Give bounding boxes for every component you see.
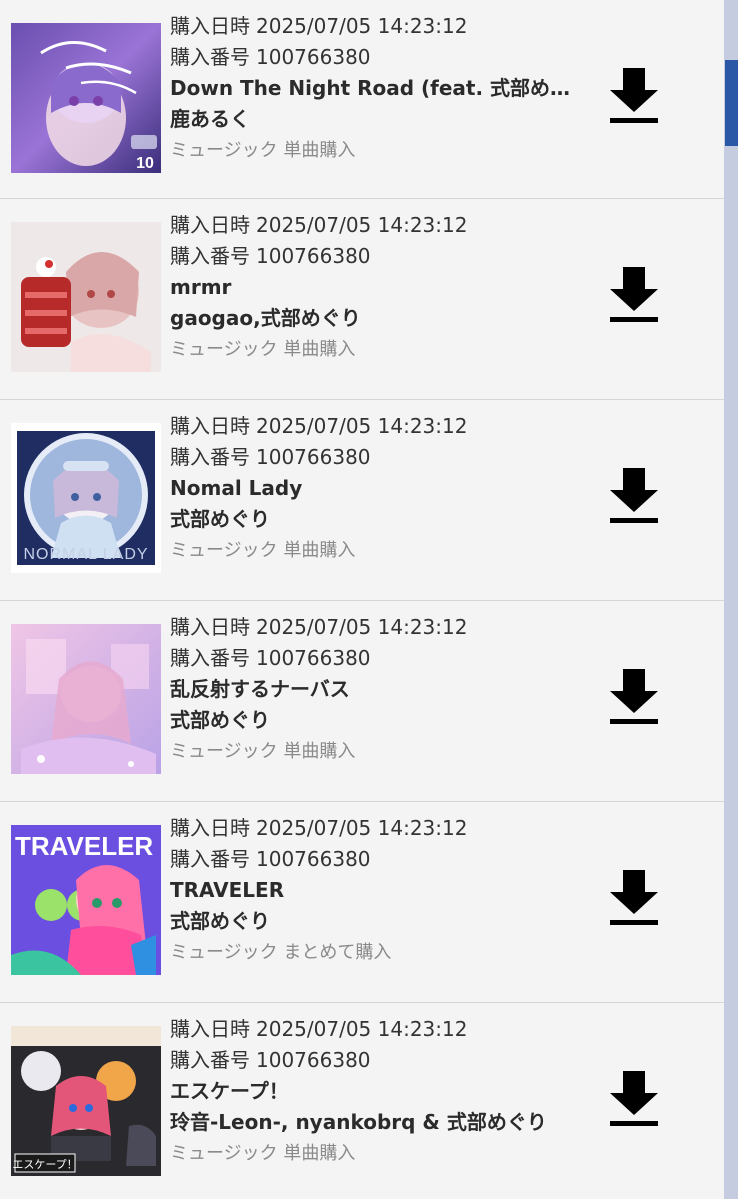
- purchase-list: 10 購入日時 2025/07/05 14:23:12 購入番号 100766380…: [0, 0, 724, 1199]
- track-title[interactable]: 乱反射するナーバス: [170, 674, 580, 705]
- purchase-number-label: 購入番号: [170, 1048, 250, 1072]
- artist-name[interactable]: 式部めぐり: [170, 705, 580, 736]
- album-cover-image[interactable]: 10: [11, 23, 161, 173]
- cover-label: 10: [136, 155, 154, 172]
- purchase-item[interactable]: 10 購入日時 2025/07/05 14:23:12 購入番号 100766380…: [0, 0, 724, 199]
- album-cover-art: [11, 222, 161, 372]
- album-cover-image[interactable]: NORMAL LADY: [11, 423, 161, 573]
- purchase-info: 購入日時 2025/07/05 14:23:12 購入番号 100766380 エス…: [170, 1014, 580, 1169]
- purchase-date: 購入日時 2025/07/05 14:23:12: [170, 210, 580, 241]
- cover-label: TRAVELER: [15, 831, 153, 861]
- purchase-number-value: 100766380: [256, 244, 371, 268]
- purchase-date-label: 購入日時: [170, 213, 250, 237]
- purchase-item[interactable]: エスケープ！ 購入日時 2025/07/05 14:23:12 購入番号 10076…: [0, 1003, 724, 1199]
- purchase-date: 購入日時 2025/07/05 14:23:12: [170, 612, 580, 643]
- purchase-number-label: 購入番号: [170, 646, 250, 670]
- artist-name[interactable]: 玲音-Leon-, nyankobrq & 式部めぐり: [170, 1107, 580, 1138]
- purchase-number-value: 100766380: [256, 646, 371, 670]
- purchase-type: ミュージック 単曲購入: [170, 339, 356, 360]
- artist-name[interactable]: gaogao,式部めぐり: [170, 303, 580, 334]
- purchase-date: 購入日時 2025/07/05 14:23:12: [170, 813, 580, 844]
- purchase-item[interactable]: TRAVELER 購入日時 2025/07/05 14:23:12 購入番号 100…: [0, 802, 724, 1003]
- download-icon: [610, 870, 658, 925]
- purchase-info: 購入日時 2025/07/05 14:23:12 購入番号 100766380 mr…: [170, 210, 580, 365]
- purchase-date: 購入日時 2025/07/05 14:23:12: [170, 11, 580, 42]
- purchase-number-value: 100766380: [256, 45, 371, 69]
- download-icon: [610, 68, 658, 123]
- purchase-number-label: 購入番号: [170, 244, 250, 268]
- album-cover-image[interactable]: エスケープ！: [11, 1026, 161, 1176]
- track-title[interactable]: エスケープ！: [170, 1076, 580, 1107]
- download-button[interactable]: [606, 265, 662, 327]
- purchase-number-label: 購入番号: [170, 847, 250, 871]
- purchase-type: ミュージック まとめて購入: [170, 942, 392, 963]
- album-cover-art: エスケープ！: [11, 1026, 161, 1176]
- download-button[interactable]: [606, 1069, 662, 1131]
- album-cover-art: 10: [11, 23, 161, 173]
- purchase-date-value: 2025/07/05 14:23:12: [256, 1017, 468, 1041]
- purchase-number-label: 購入番号: [170, 445, 250, 469]
- download-icon: [610, 468, 658, 523]
- artist-name[interactable]: 式部めぐり: [170, 906, 580, 937]
- scrollbar[interactable]: [724, 0, 738, 1199]
- purchase-date: 購入日時 2025/07/05 14:23:12: [170, 411, 580, 442]
- purchase-type: ミュージック 単曲購入: [170, 140, 356, 161]
- purchase-item[interactable]: NORMAL LADY 購入日時 2025/07/05 14:23:12 購入番号…: [0, 400, 724, 601]
- purchase-date-label: 購入日時: [170, 414, 250, 438]
- track-title[interactable]: Down The Night Road (feat. 式部めぐ…: [170, 73, 580, 104]
- purchase-number-value: 100766380: [256, 445, 371, 469]
- purchase-info: 購入日時 2025/07/05 14:23:12 購入番号 100766380 Do…: [170, 11, 580, 166]
- purchase-number-value: 100766380: [256, 847, 371, 871]
- album-cover-art: [11, 624, 161, 774]
- purchase-number: 購入番号 100766380: [170, 643, 580, 674]
- purchase-item[interactable]: 購入日時 2025/07/05 14:23:12 購入番号 100766380 乱反…: [0, 601, 724, 802]
- purchase-info: 購入日時 2025/07/05 14:23:12 購入番号 100766380 No…: [170, 411, 580, 566]
- cover-label: NORMAL LADY: [23, 546, 148, 563]
- purchase-number: 購入番号 100766380: [170, 42, 580, 73]
- purchase-number: 購入番号 100766380: [170, 1045, 580, 1076]
- purchase-date-label: 購入日時: [170, 615, 250, 639]
- cover-label: エスケープ！: [12, 1158, 77, 1171]
- purchase-number-label: 購入番号: [170, 45, 250, 69]
- album-cover-image[interactable]: TRAVELER: [11, 825, 161, 975]
- purchase-date-label: 購入日時: [170, 14, 250, 38]
- purchase-date-value: 2025/07/05 14:23:12: [256, 14, 468, 38]
- track-title[interactable]: TRAVELER: [170, 875, 580, 906]
- purchase-number: 購入番号 100766380: [170, 442, 580, 473]
- purchase-date-label: 購入日時: [170, 816, 250, 840]
- album-cover-image[interactable]: [11, 222, 161, 372]
- purchase-number: 購入番号 100766380: [170, 844, 580, 875]
- purchase-type: ミュージック 単曲購入: [170, 540, 356, 561]
- album-cover-image[interactable]: [11, 624, 161, 774]
- purchase-number-value: 100766380: [256, 1048, 371, 1072]
- download-icon: [610, 267, 658, 322]
- track-title[interactable]: Nomal Lady: [170, 473, 580, 504]
- purchase-type: ミュージック 単曲購入: [170, 1143, 356, 1164]
- purchase-date: 購入日時 2025/07/05 14:23:12: [170, 1014, 580, 1045]
- purchase-date-value: 2025/07/05 14:23:12: [256, 213, 468, 237]
- purchase-info: 購入日時 2025/07/05 14:23:12 購入番号 100766380 TR…: [170, 813, 580, 968]
- purchase-info: 購入日時 2025/07/05 14:23:12 購入番号 100766380 乱反…: [170, 612, 580, 767]
- purchase-type: ミュージック 単曲購入: [170, 741, 356, 762]
- download-button[interactable]: [606, 667, 662, 729]
- purchase-history-page: 10 購入日時 2025/07/05 14:23:12 購入番号 100766380…: [0, 0, 738, 1199]
- scrollbar-thumb[interactable]: [725, 60, 738, 146]
- purchase-number: 購入番号 100766380: [170, 241, 580, 272]
- album-cover-art: NORMAL LADY: [11, 423, 161, 573]
- track-title[interactable]: mrmr: [170, 272, 580, 303]
- download-button[interactable]: [606, 466, 662, 528]
- purchase-item[interactable]: 購入日時 2025/07/05 14:23:12 購入番号 100766380 mr…: [0, 199, 724, 400]
- purchase-date-value: 2025/07/05 14:23:12: [256, 816, 468, 840]
- artist-name[interactable]: 式部めぐり: [170, 504, 580, 535]
- download-button[interactable]: [606, 66, 662, 128]
- purchase-date-value: 2025/07/05 14:23:12: [256, 414, 468, 438]
- album-cover-art: TRAVELER: [11, 825, 161, 975]
- download-icon: [610, 669, 658, 724]
- download-icon: [610, 1071, 658, 1126]
- download-button[interactable]: [606, 868, 662, 930]
- purchase-date-label: 購入日時: [170, 1017, 250, 1041]
- artist-name[interactable]: 鹿あるく: [170, 104, 580, 135]
- purchase-date-value: 2025/07/05 14:23:12: [256, 615, 468, 639]
